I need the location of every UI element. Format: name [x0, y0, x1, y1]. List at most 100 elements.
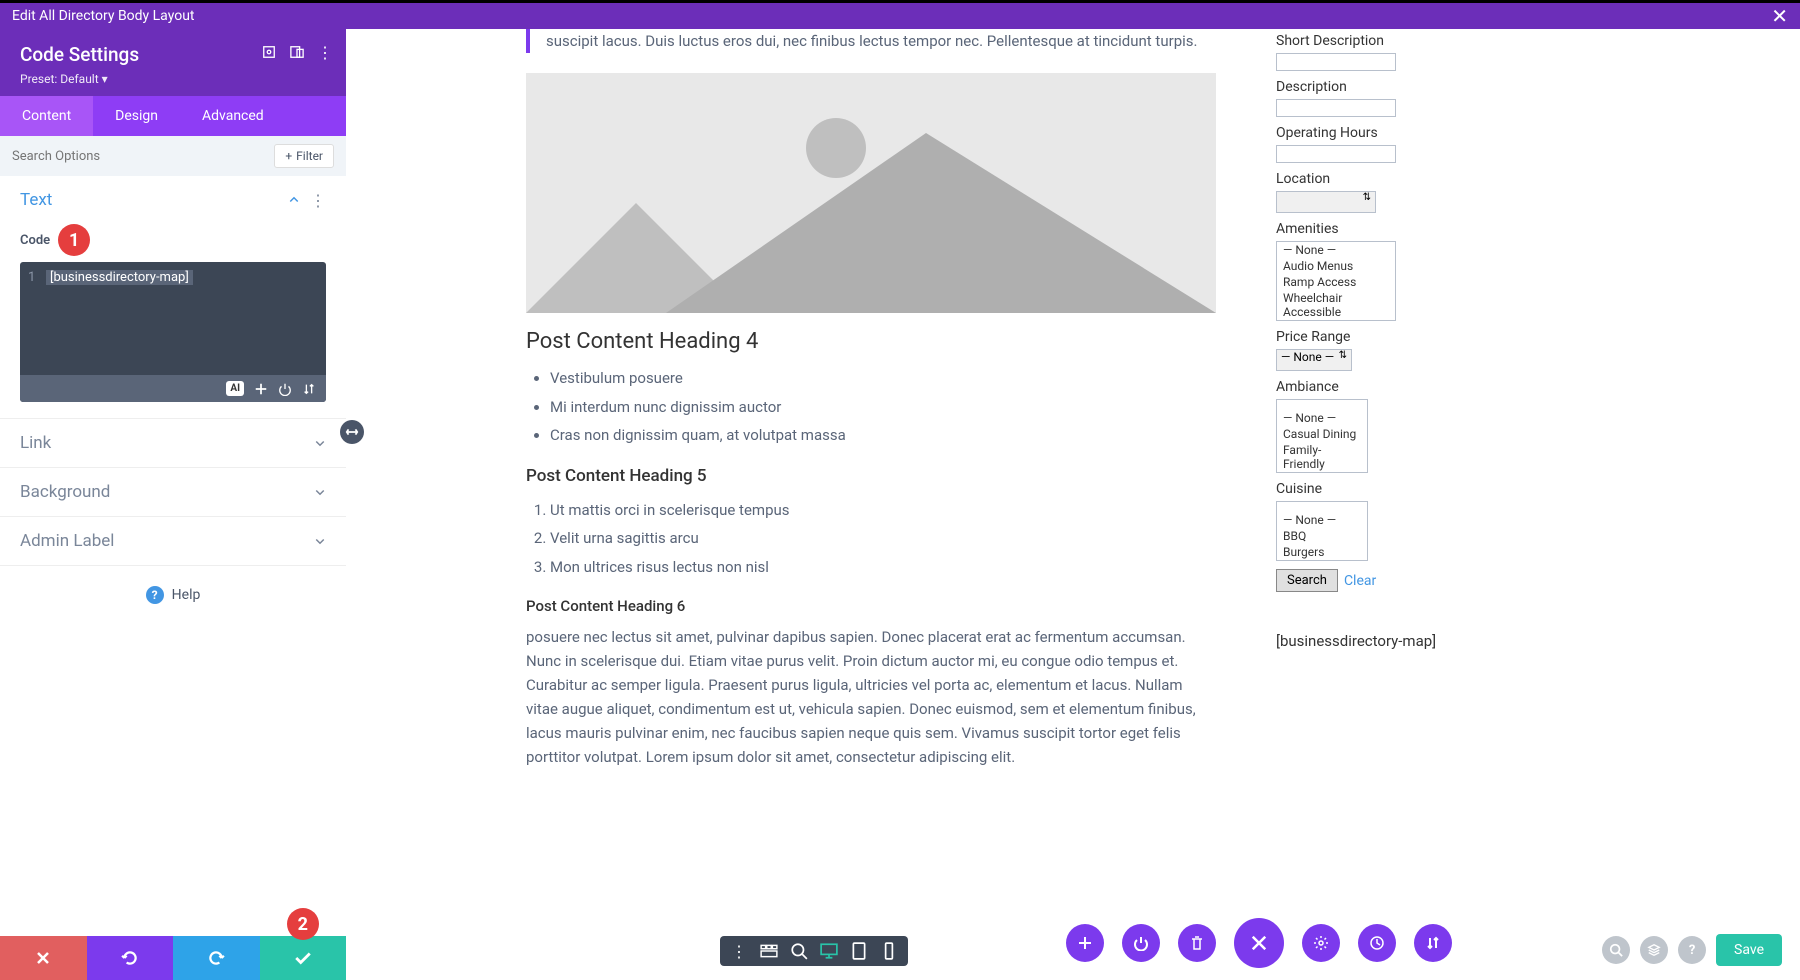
list-item: Mon ultrices risus lectus non nisl — [550, 553, 1216, 582]
label-operating: Operating Hours — [1276, 125, 1556, 141]
input-operating[interactable] — [1276, 145, 1396, 163]
settings-fab[interactable] — [1302, 924, 1340, 962]
post-preview: suscipit lacus. Duis luctus eros dui, ne… — [526, 29, 1216, 769]
responsive-icon[interactable] — [290, 45, 304, 59]
select-price-range[interactable]: — None — — [1276, 349, 1352, 371]
tab-design[interactable]: Design — [93, 96, 180, 136]
search-input[interactable] — [12, 149, 274, 164]
body-text: posuere nec lectus sit amet, pulvinar da… — [526, 625, 1216, 769]
list-item: Vestibulum posuere — [550, 364, 1216, 393]
tab-content[interactable]: Content — [0, 96, 93, 136]
list-item: Ut mattis orci in scelerisque tempus — [550, 496, 1216, 525]
power-icon[interactable] — [278, 382, 292, 396]
label-amenities: Amenities — [1276, 221, 1556, 237]
list-item[interactable]: Audio Menus — [1277, 258, 1395, 274]
list-item[interactable]: — None — — [1277, 242, 1395, 258]
list-item: Mi interdum nunc dignissim auctor — [550, 393, 1216, 422]
sort-fab[interactable] — [1414, 924, 1452, 962]
chevron-down-icon — [314, 535, 326, 547]
label-description: Description — [1276, 79, 1556, 95]
kebab-icon[interactable]: ⋮ — [310, 191, 326, 210]
sort-icon[interactable] — [302, 382, 316, 396]
filter-button[interactable]: +Filter — [274, 144, 334, 168]
kebab-icon[interactable]: ⋮ — [318, 45, 332, 59]
kebab-icon[interactable]: ⋮ — [730, 942, 748, 960]
list-item[interactable]: — None — — [1277, 512, 1367, 528]
label-location: Location — [1276, 171, 1556, 187]
heading-6: Post Content Heading 6 — [526, 597, 1216, 615]
save-button[interactable]: 2 — [260, 936, 347, 980]
ai-button[interactable]: AI — [226, 381, 244, 396]
preset-dropdown[interactable]: Preset: Default ▾ — [20, 72, 326, 86]
list-item[interactable]: Burgers — [1277, 544, 1367, 560]
close-fab[interactable] — [1234, 918, 1284, 968]
redo-button[interactable] — [173, 936, 260, 980]
callout-badge-2: 2 — [287, 908, 319, 940]
builder-fab-row — [1066, 918, 1452, 968]
input-short-desc[interactable] — [1276, 53, 1396, 71]
power-fab[interactable] — [1122, 924, 1160, 962]
section-admin-label-header[interactable]: Admin Label — [0, 517, 346, 565]
close-icon[interactable]: ✕ — [1771, 4, 1788, 28]
listbox-cuisine[interactable]: — None — BBQ Burgers — [1276, 501, 1368, 561]
search-button[interactable]: Search — [1276, 569, 1338, 592]
input-description[interactable] — [1276, 99, 1396, 117]
settings-sidebar: Code Settings Preset: Default ▾ ⋮ Conten… — [0, 29, 346, 980]
list-item[interactable]: Family-Friendly — [1277, 442, 1367, 472]
tablet-icon[interactable] — [850, 942, 868, 960]
layers-icon[interactable] — [1640, 936, 1668, 964]
map-shortcode: [businessdirectory-map] — [1276, 632, 1556, 650]
phone-icon[interactable] — [880, 942, 898, 960]
ul-list: Vestibulum posuere Mi interdum nunc dign… — [526, 364, 1216, 450]
listbox-ambiance[interactable]: — None — Casual Dining Family-Friendly — [1276, 399, 1368, 473]
hover-icon[interactable] — [262, 45, 276, 59]
help-link[interactable]: ? Help — [0, 566, 346, 624]
help-global-icon[interactable]: ? — [1678, 936, 1706, 964]
help-icon: ? — [146, 586, 164, 604]
select-location[interactable] — [1276, 191, 1376, 213]
list-item[interactable]: — None — — [1277, 410, 1367, 426]
listbox-amenities[interactable]: — None — Audio Menus Ramp Access Wheelch… — [1276, 241, 1396, 321]
search-global-icon[interactable] — [1602, 936, 1630, 964]
label-cuisine: Cuisine — [1276, 481, 1556, 497]
list-item[interactable]: Ramp Access — [1277, 274, 1395, 290]
callout-badge-1: 1 — [58, 224, 90, 256]
ol-list: Ut mattis orci in scelerisque tempus Vel… — [526, 496, 1216, 582]
section-text-header[interactable]: Text ⋮ — [0, 176, 346, 224]
undo-button[interactable] — [87, 936, 174, 980]
heading-5: Post Content Heading 5 — [526, 466, 1216, 486]
save-page-button[interactable]: Save — [1716, 934, 1782, 966]
directory-form: Short Description Description Operating … — [1276, 29, 1556, 769]
history-fab[interactable] — [1358, 924, 1396, 962]
plus-icon[interactable] — [254, 382, 268, 396]
chevron-down-icon — [314, 486, 326, 498]
trash-fab[interactable] — [1178, 924, 1216, 962]
discard-button[interactable] — [0, 936, 87, 980]
section-background-header[interactable]: Background — [0, 468, 346, 516]
section-link-header[interactable]: Link — [0, 419, 346, 467]
blockquote: suscipit lacus. Duis luctus eros dui, ne… — [526, 29, 1216, 53]
code-textarea[interactable]: 1[businessdirectory-map] AI — [20, 262, 326, 402]
list-item: Velit urna sagittis arcu — [550, 524, 1216, 553]
chevron-up-icon — [288, 194, 300, 206]
view-toolbar: ⋮ — [720, 936, 908, 966]
zoom-icon[interactable] — [790, 942, 808, 960]
label-short-desc: Short Description — [1276, 33, 1556, 49]
desktop-icon[interactable] — [820, 942, 838, 960]
code-field-label: Code — [20, 233, 50, 248]
chevron-down-icon — [314, 437, 326, 449]
right-controls: ? Save — [1602, 934, 1782, 966]
add-fab[interactable] — [1066, 924, 1104, 962]
list-item[interactable]: Casual Dining — [1277, 426, 1367, 442]
list-item: Cras non dignissim quam, at volutpat mas… — [550, 421, 1216, 450]
wireframe-icon[interactable] — [760, 942, 778, 960]
sidebar-action-bar: 2 — [0, 936, 346, 980]
settings-tabs: Content Design Advanced — [0, 96, 346, 136]
list-item[interactable]: Wheelchair Accessible — [1277, 290, 1395, 320]
list-item[interactable]: BBQ — [1277, 528, 1367, 544]
clear-link[interactable]: Clear — [1344, 573, 1376, 589]
label-ambiance: Ambiance — [1276, 379, 1556, 395]
tab-advanced[interactable]: Advanced — [180, 96, 286, 136]
label-price-range: Price Range — [1276, 329, 1556, 345]
image-placeholder — [526, 73, 1216, 313]
